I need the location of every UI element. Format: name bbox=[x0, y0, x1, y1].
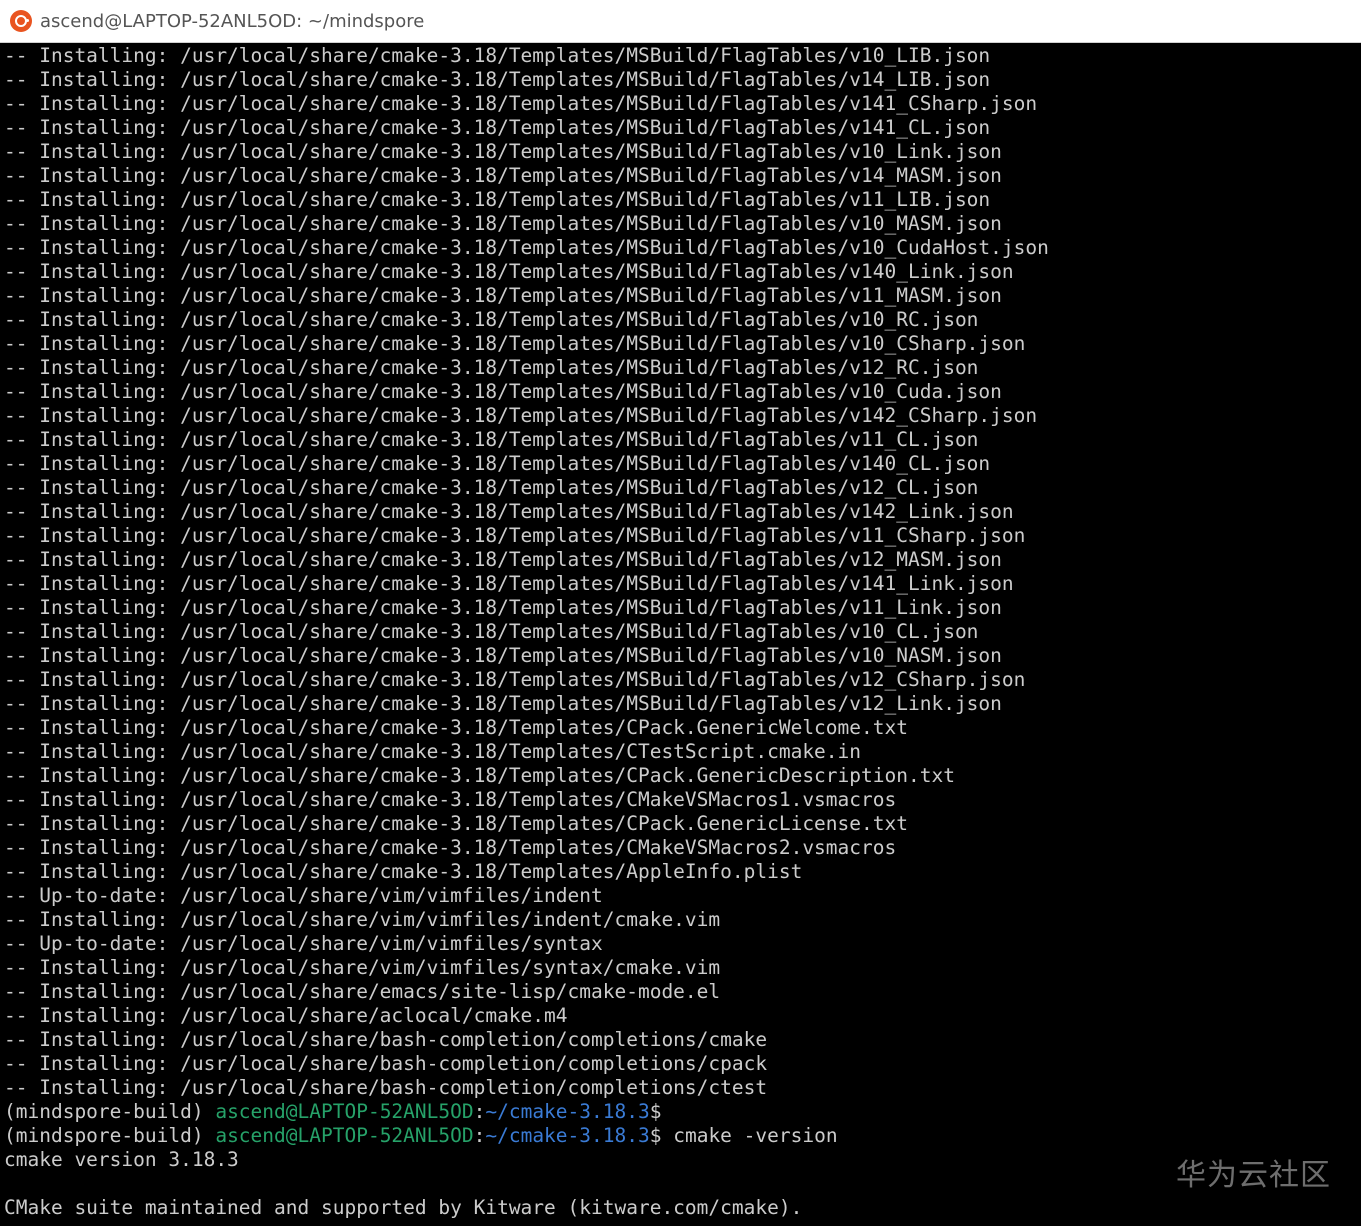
title-bar[interactable]: ascend@LAPTOP-52ANL5OD: ~/mindspore bbox=[0, 0, 1361, 43]
output-line: -- Installing: /usr/local/share/cmake-3.… bbox=[4, 452, 991, 475]
output-line: -- Installing: /usr/local/share/cmake-3.… bbox=[4, 140, 1002, 163]
output-line: -- Installing: /usr/local/share/cmake-3.… bbox=[4, 404, 1038, 427]
prompt-env: (mindspore-build) bbox=[4, 1124, 216, 1147]
suite-output: CMake suite maintained and supported by … bbox=[4, 1196, 803, 1219]
prompt-line: (mindspore-build) ascend@LAPTOP-52ANL5OD… bbox=[4, 1124, 1361, 1148]
output-line: -- Installing: /usr/local/share/cmake-3.… bbox=[4, 644, 1002, 667]
prompt-host: ascend@LAPTOP-52ANL5OD bbox=[215, 1124, 474, 1147]
output-line: -- Installing: /usr/local/share/cmake-3.… bbox=[4, 380, 1002, 403]
output-line: -- Installing: /usr/local/share/cmake-3.… bbox=[4, 524, 1026, 547]
output-line: -- Up-to-date: /usr/local/share/vim/vimf… bbox=[4, 932, 603, 955]
output-line: -- Installing: /usr/local/share/cmake-3.… bbox=[4, 260, 1014, 283]
output-line: -- Installing: /usr/local/share/bash-com… bbox=[4, 1052, 768, 1075]
output-line: -- Installing: /usr/local/share/cmake-3.… bbox=[4, 764, 955, 787]
prompt-symbol: $ bbox=[649, 1100, 662, 1123]
output-line: -- Installing: /usr/local/share/cmake-3.… bbox=[4, 428, 979, 451]
output-line: -- Installing: /usr/local/share/cmake-3.… bbox=[4, 668, 1026, 691]
terminal-window: ascend@LAPTOP-52ANL5OD: ~/mindspore -- I… bbox=[0, 0, 1361, 1226]
output-line: -- Installing: /usr/local/share/cmake-3.… bbox=[4, 860, 803, 883]
output-lines: -- Installing: /usr/local/share/cmake-3.… bbox=[4, 44, 1361, 1100]
terminal-output[interactable]: -- Installing: /usr/local/share/cmake-3.… bbox=[0, 44, 1361, 1226]
output-line: -- Installing: /usr/local/share/cmake-3.… bbox=[4, 308, 979, 331]
prompt-host: ascend@LAPTOP-52ANL5OD bbox=[215, 1100, 474, 1123]
output-line: -- Installing: /usr/local/share/cmake-3.… bbox=[4, 620, 979, 643]
prompt-path: ~/cmake-3.18.3 bbox=[485, 1100, 650, 1123]
window-title: ascend@LAPTOP-52ANL5OD: ~/mindspore bbox=[40, 10, 425, 32]
output-line: -- Installing: /usr/local/share/aclocal/… bbox=[4, 1004, 568, 1027]
output-line: -- Installing: /usr/local/share/cmake-3.… bbox=[4, 500, 1014, 523]
output-line: -- Installing: /usr/local/share/emacs/si… bbox=[4, 980, 721, 1003]
output-line: -- Installing: /usr/local/share/cmake-3.… bbox=[4, 356, 979, 379]
output-line: -- Installing: /usr/local/share/bash-com… bbox=[4, 1076, 768, 1099]
output-line: -- Installing: /usr/local/share/cmake-3.… bbox=[4, 596, 1002, 619]
output-line: -- Installing: /usr/local/share/bash-com… bbox=[4, 1028, 768, 1051]
prompt-command: cmake -version bbox=[661, 1124, 838, 1147]
output-line: -- Installing: /usr/local/share/cmake-3.… bbox=[4, 212, 1002, 235]
output-line: -- Installing: /usr/local/share/vim/vimf… bbox=[4, 908, 721, 931]
output-line: -- Installing: /usr/local/share/cmake-3.… bbox=[4, 572, 1014, 595]
output-line: -- Installing: /usr/local/share/cmake-3.… bbox=[4, 476, 979, 499]
output-line: -- Installing: /usr/local/share/cmake-3.… bbox=[4, 116, 991, 139]
output-line: -- Installing: /usr/local/share/cmake-3.… bbox=[4, 716, 908, 739]
prompt-colon: : bbox=[473, 1100, 486, 1123]
prompt-env: (mindspore-build) bbox=[4, 1100, 216, 1123]
prompt-colon: : bbox=[473, 1124, 486, 1147]
output-line: -- Installing: /usr/local/share/cmake-3.… bbox=[4, 92, 1038, 115]
prompt-path: ~/cmake-3.18.3 bbox=[485, 1124, 650, 1147]
prompt-line: (mindspore-build) ascend@LAPTOP-52ANL5OD… bbox=[4, 1100, 1361, 1124]
ubuntu-terminal-icon bbox=[10, 10, 32, 32]
output-line: -- Installing: /usr/local/share/cmake-3.… bbox=[4, 692, 1002, 715]
output-line: -- Installing: /usr/local/share/vim/vimf… bbox=[4, 956, 721, 979]
output-line: -- Installing: /usr/local/share/cmake-3.… bbox=[4, 332, 1026, 355]
version-output: cmake version 3.18.3 bbox=[4, 1148, 239, 1171]
output-line: -- Installing: /usr/local/share/cmake-3.… bbox=[4, 812, 908, 835]
output-line: -- Installing: /usr/local/share/cmake-3.… bbox=[4, 164, 1002, 187]
output-line: -- Installing: /usr/local/share/cmake-3.… bbox=[4, 284, 1002, 307]
output-line: -- Up-to-date: /usr/local/share/vim/vimf… bbox=[4, 884, 603, 907]
output-line: -- Installing: /usr/local/share/cmake-3.… bbox=[4, 188, 991, 211]
output-line: -- Installing: /usr/local/share/cmake-3.… bbox=[4, 68, 991, 91]
watermark: 华为云社区 bbox=[1176, 1158, 1331, 1193]
output-line: -- Installing: /usr/local/share/cmake-3.… bbox=[4, 44, 991, 67]
output-line: -- Installing: /usr/local/share/cmake-3.… bbox=[4, 740, 862, 763]
output-line: -- Installing: /usr/local/share/cmake-3.… bbox=[4, 548, 1002, 571]
output-line: -- Installing: /usr/local/share/cmake-3.… bbox=[4, 788, 897, 811]
output-line: -- Installing: /usr/local/share/cmake-3.… bbox=[4, 236, 1049, 259]
output-line: -- Installing: /usr/local/share/cmake-3.… bbox=[4, 836, 897, 859]
prompt-symbol: $ bbox=[649, 1124, 662, 1147]
